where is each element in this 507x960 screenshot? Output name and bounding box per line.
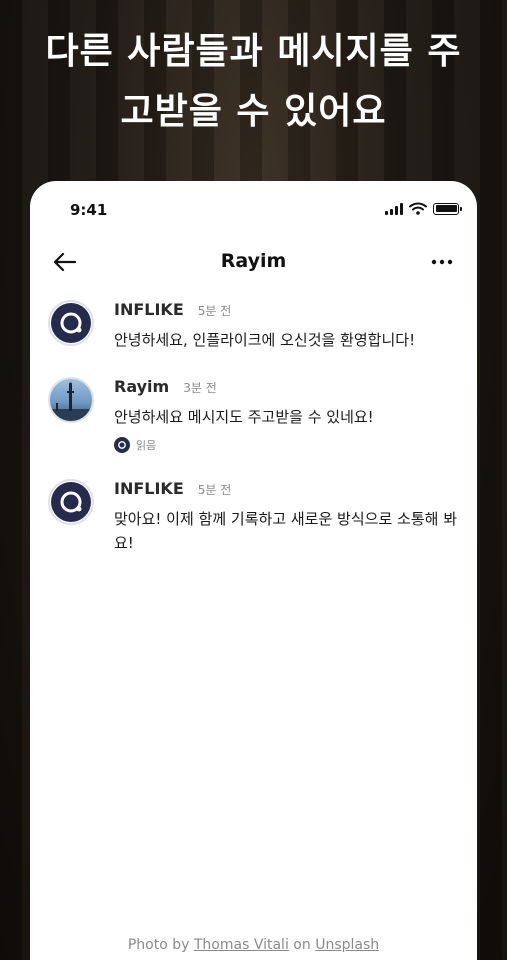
avatar[interactable] bbox=[48, 479, 94, 525]
avatar[interactable] bbox=[48, 300, 94, 346]
status-icons bbox=[385, 202, 462, 215]
read-receipt: 읽음 bbox=[114, 437, 458, 453]
wifi-icon bbox=[409, 202, 427, 215]
message-time: 3분 전 bbox=[183, 381, 217, 395]
read-receipt-icon bbox=[114, 437, 130, 453]
message-text: 안녕하세요 메시지도 주고받을 수 있네요! bbox=[114, 408, 374, 426]
promo-headline: 다른 사람들과 메시지를 주 고받을 수 있어요 bbox=[0, 22, 507, 142]
photo-credit: Photo by Thomas Vitali on Unsplash bbox=[0, 937, 507, 953]
headline-line-1: 다른 사람들과 메시지를 주 bbox=[45, 31, 462, 72]
message-text: 맞아요! 이제 함께 기록하고 새로운 방식으로 소통해 봐요! bbox=[114, 510, 457, 552]
sender-name[interactable]: INFLIKE bbox=[114, 479, 184, 498]
sender-name[interactable]: INFLIKE bbox=[114, 300, 184, 319]
message-item: Rayim 3분 전 안녕하세요 메시지도 주고받을 수 있네요! 읽음 bbox=[48, 377, 458, 453]
headline-line-2: 고받을 수 있어요 bbox=[120, 91, 387, 132]
status-bar: 9:41 bbox=[30, 181, 477, 239]
battery-icon bbox=[433, 202, 462, 215]
brand-logo-icon bbox=[60, 491, 82, 513]
more-options-icon[interactable] bbox=[429, 250, 455, 274]
phone-screen: 9:41 Rayim INFLIKE 5분 전 안녕하세요, 인플라이크에 오신… bbox=[30, 181, 477, 960]
message-time: 5분 전 bbox=[197, 304, 232, 318]
user-photo-icon bbox=[50, 382, 92, 421]
message-time: 5분 전 bbox=[197, 483, 232, 497]
read-label: 읽음 bbox=[136, 439, 157, 452]
chat-header: Rayim bbox=[30, 239, 477, 285]
brand-logo-icon bbox=[60, 312, 82, 334]
chat-title: Rayim bbox=[220, 250, 287, 272]
message-text: 안녕하세요, 인플라이크에 오신것을 환영합니다! bbox=[114, 331, 416, 349]
cellular-signal-icon bbox=[385, 202, 403, 215]
status-time: 9:41 bbox=[70, 201, 108, 219]
avatar[interactable] bbox=[48, 377, 94, 423]
credit-prefix: Photo by bbox=[127, 937, 190, 953]
sender-name[interactable]: Rayim bbox=[114, 377, 169, 396]
credit-author-link[interactable]: Thomas Vitali bbox=[194, 937, 289, 953]
credit-middle: on bbox=[293, 937, 311, 953]
credit-source-link[interactable]: Unsplash bbox=[315, 937, 379, 953]
